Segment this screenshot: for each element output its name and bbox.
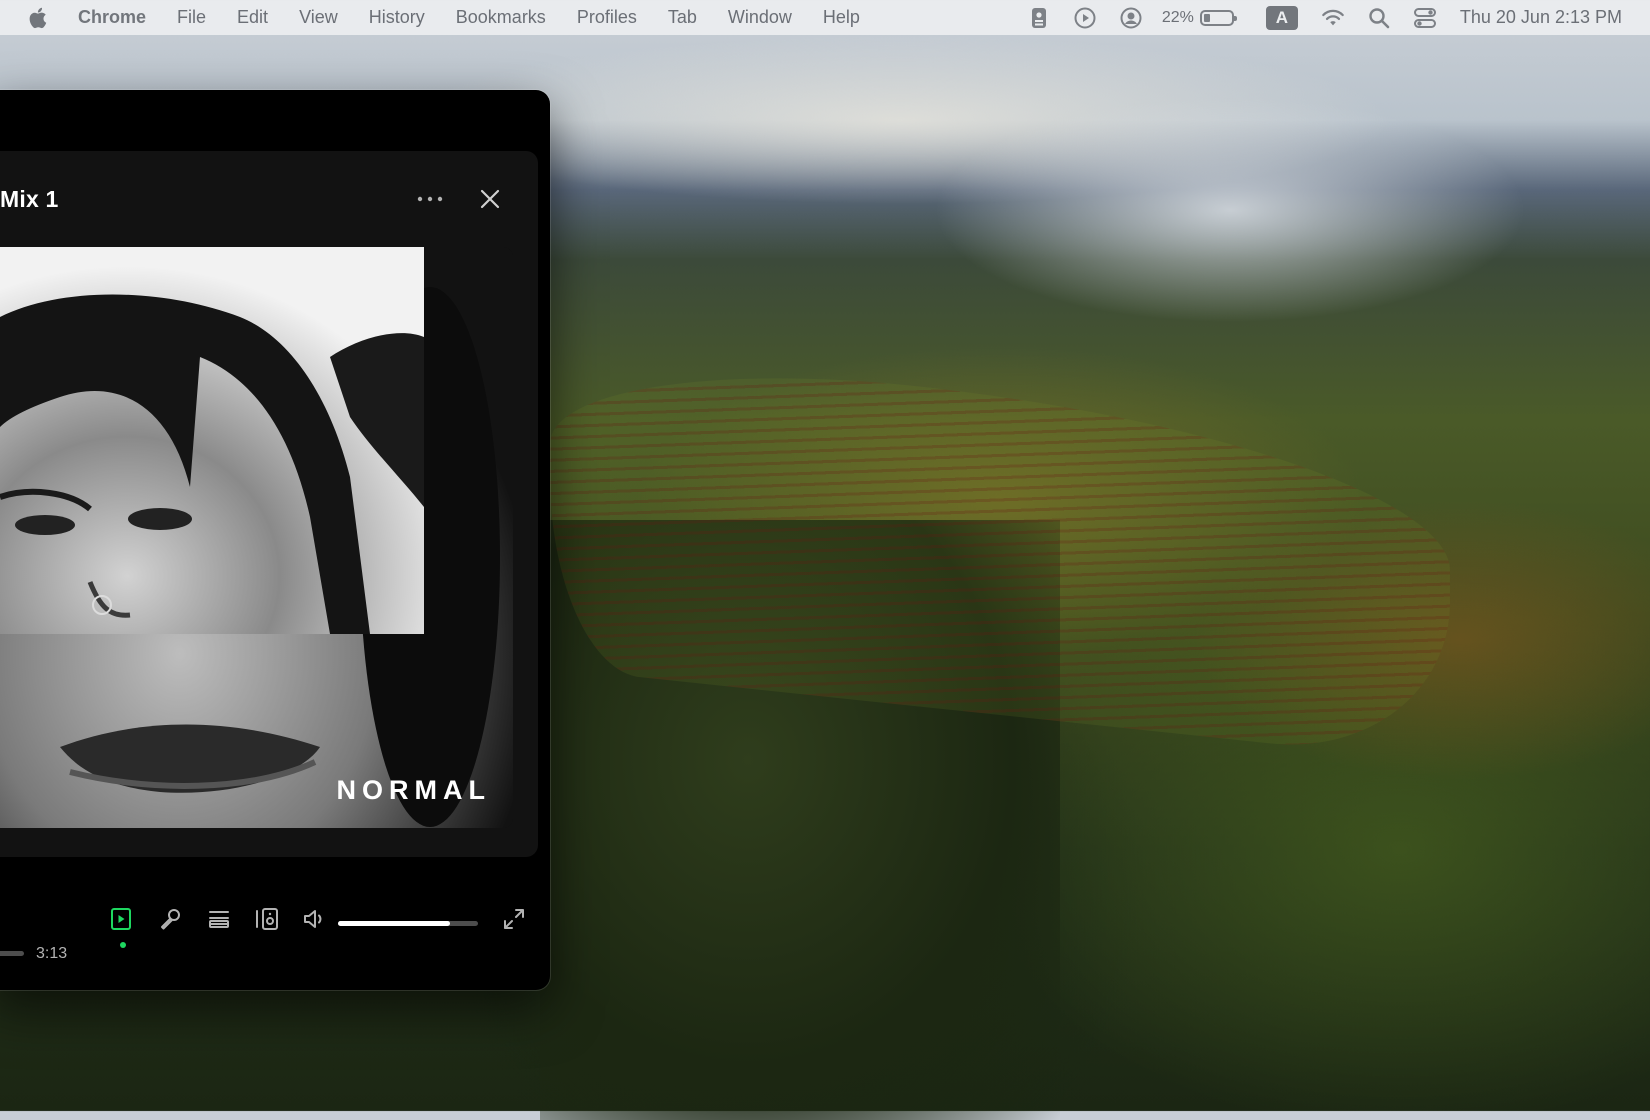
id-badge-icon[interactable]: [1027, 6, 1051, 30]
menu-view[interactable]: View: [299, 7, 338, 28]
queue-button[interactable]: [202, 902, 236, 936]
menu-bar-clock[interactable]: Thu 20 Jun 2:13 PM: [1460, 7, 1622, 28]
menu-bar: Chrome File Edit View History Bookmarks …: [0, 0, 1650, 35]
search-icon[interactable]: [1367, 6, 1391, 30]
menu-profiles[interactable]: Profiles: [577, 7, 637, 28]
more-options-icon: [417, 196, 443, 202]
menu-tab[interactable]: Tab: [668, 7, 697, 28]
album-cover: NORMAL: [0, 247, 513, 828]
apple-logo-icon[interactable]: [28, 6, 52, 30]
connect-device-icon: [256, 908, 278, 930]
menu-window[interactable]: Window: [728, 7, 792, 28]
more-options-button[interactable]: [410, 184, 450, 214]
now-playing-view-icon: [111, 908, 131, 930]
menu-help[interactable]: Help: [823, 7, 860, 28]
menu-history[interactable]: History: [369, 7, 425, 28]
volume-level: [338, 921, 450, 926]
status-area: 22% A Thu 20 Jun 2:13 PM: [1016, 0, 1650, 35]
control-center-icon[interactable]: [1413, 6, 1437, 30]
volume-slider[interactable]: [338, 921, 478, 926]
queue-icon: [209, 911, 229, 928]
close-icon: [480, 189, 500, 209]
menu-file[interactable]: File: [177, 7, 206, 28]
close-panel-button[interactable]: [475, 184, 505, 214]
volume-icon: [304, 910, 322, 928]
now-playing-view-button[interactable]: [104, 902, 138, 936]
fullscreen-icon: [504, 909, 524, 929]
menu-bookmarks[interactable]: Bookmarks: [456, 7, 546, 28]
user-account-icon[interactable]: [1119, 6, 1143, 30]
lyrics-mic-icon: [161, 909, 180, 930]
input-source-badge[interactable]: A: [1265, 5, 1298, 30]
mute-button[interactable]: [298, 902, 332, 936]
active-app-name[interactable]: Chrome: [78, 7, 146, 28]
lyrics-button[interactable]: [153, 902, 187, 936]
play-circle-icon[interactable]: [1073, 6, 1097, 30]
track-duration: 3:13: [36, 945, 68, 962]
album-cover-photo: [0, 247, 513, 828]
album-cover-text: NORMAL: [336, 775, 491, 805]
menu-edit[interactable]: Edit: [237, 7, 268, 28]
battery-level: [1203, 13, 1210, 22]
fullscreen-button[interactable]: [497, 902, 531, 936]
connect-device-button[interactable]: [250, 902, 284, 936]
active-indicator-dot: [120, 942, 126, 948]
wifi-icon[interactable]: [1321, 6, 1345, 30]
playback-progress-bar[interactable]: [0, 951, 24, 956]
battery-percent[interactable]: 22%: [1162, 9, 1194, 27]
panel-title: Mix 1: [0, 186, 59, 212]
battery-icon[interactable]: [1199, 9, 1237, 26]
